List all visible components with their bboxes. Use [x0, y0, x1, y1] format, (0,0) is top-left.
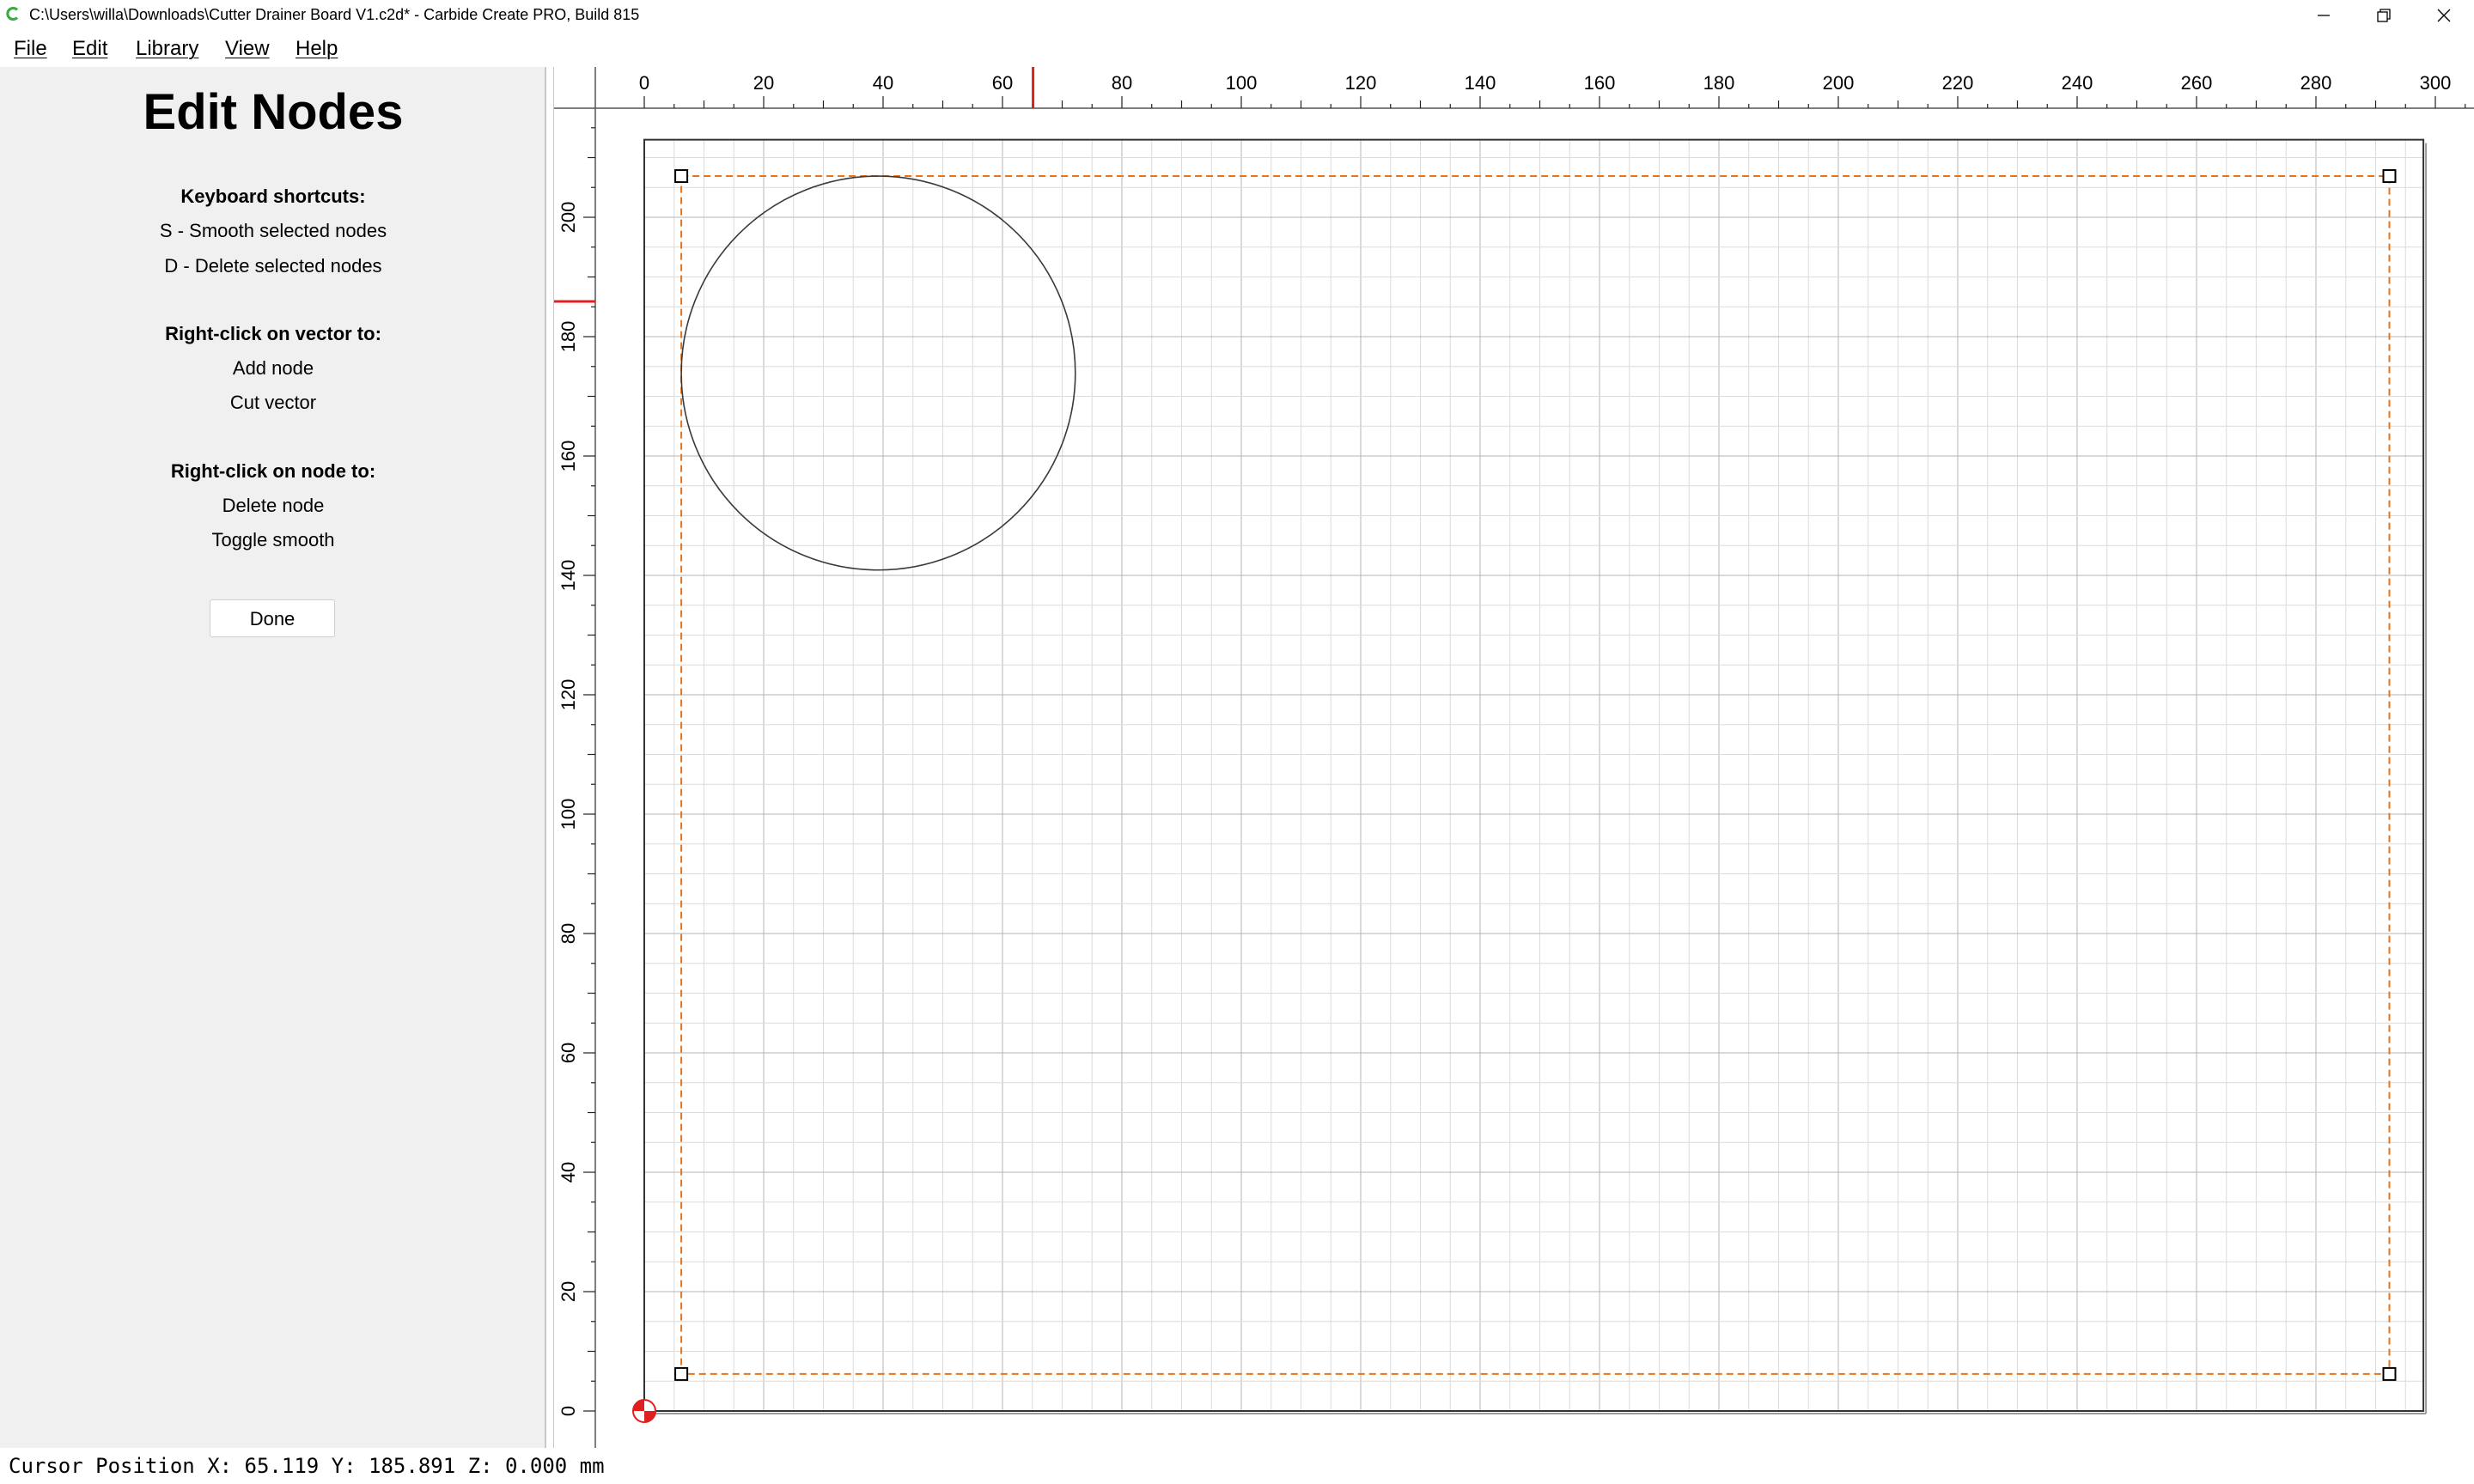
ruler-x-label: 100	[1226, 72, 1258, 94]
minimize-button[interactable]	[2294, 0, 2354, 31]
ruler-x-label: 300	[2420, 72, 2452, 94]
selection-handle[interactable]	[674, 1366, 689, 1381]
menu-view[interactable]: View	[225, 36, 270, 62]
cursor-position-readout: Cursor Position X: 65.119 Y: 185.891 Z: …	[9, 1454, 605, 1478]
edit-nodes-panel: Edit Nodes Keyboard shortcuts: S - Smoot…	[0, 67, 546, 1448]
menu-library[interactable]: Library	[136, 36, 198, 62]
ruler-x-label: 260	[2181, 72, 2213, 94]
menu-edit[interactable]: Edit	[72, 36, 107, 62]
left-ruler	[554, 67, 595, 1448]
ruler-x-label: 240	[2062, 72, 2093, 94]
menu-file[interactable]: File	[14, 36, 47, 62]
carbide-create-icon	[6, 7, 19, 21]
selection-handle[interactable]	[2382, 1366, 2397, 1381]
design-canvas[interactable]: 0 20 40 60 80 100 120 140 160 180 200 220 240 260 280 3…	[553, 67, 2474, 1448]
ruler-x-label: 80	[1112, 72, 1132, 94]
ruler-x-label: 120	[1345, 72, 1377, 94]
ruler-y-label: 160	[558, 441, 579, 472]
panel-title: Edit Nodes	[143, 84, 404, 140]
node-actions-heading: Right-click on node to:	[170, 460, 376, 482]
ruler-y-label: 200	[558, 202, 579, 234]
restore-icon	[2377, 9, 2391, 22]
ruler-x-label: 140	[1465, 72, 1496, 94]
vector-action-add-node: Add node	[232, 357, 314, 379]
ruler-x-label: 160	[1584, 72, 1616, 94]
ruler-y-label: 120	[558, 679, 579, 711]
ruler-x-label: 280	[2300, 72, 2332, 94]
ruler-y-label: 40	[558, 1162, 579, 1183]
ruler-y-label: 80	[558, 923, 579, 944]
title-bar: C:\Users\willa\Downloads\Cutter Drainer …	[0, 0, 2474, 31]
ruler-x-label: 220	[1942, 72, 1974, 94]
selection-handle[interactable]	[674, 169, 689, 184]
ruler-y-label: 100	[558, 799, 579, 830]
shortcut-delete: D - Delete selected nodes	[164, 255, 382, 277]
node-action-toggle-smooth: Toggle smooth	[211, 529, 335, 550]
done-button[interactable]: Done	[210, 599, 335, 637]
restore-button[interactable]	[2354, 0, 2414, 31]
selection-handle[interactable]	[2382, 169, 2397, 184]
origin-icon	[632, 1399, 656, 1423]
ruler-y-label: 60	[558, 1043, 579, 1063]
ruler-y-label: 140	[558, 560, 579, 592]
keyboard-shortcuts-heading: Keyboard shortcuts:	[180, 186, 366, 207]
ruler-x-label: 200	[1823, 72, 1855, 94]
ruler-x-label: 40	[873, 72, 893, 94]
node-action-delete-node: Delete node	[222, 495, 325, 516]
work-area	[595, 108, 2474, 1448]
status-bar: Cursor Position X: 65.119 Y: 185.891 Z: …	[0, 1448, 2474, 1484]
ruler-y-label: 20	[558, 1281, 579, 1302]
close-button[interactable]	[2414, 0, 2474, 31]
shortcut-smooth: S - Smooth selected nodes	[159, 220, 387, 241]
canvas-drawing[interactable]: 0 20 40 60 80 100 120 140 160 180 200 220 240 260 280 3…	[554, 67, 2474, 1448]
ruler-x-label: 60	[992, 72, 1013, 94]
ruler-y-label: 180	[558, 321, 579, 353]
vector-action-cut-vector: Cut vector	[229, 392, 317, 413]
ruler-x-label: 20	[753, 72, 774, 94]
ruler-x-label: 0	[639, 72, 649, 94]
minimize-icon	[2318, 15, 2330, 16]
ruler-x-label: 180	[1703, 72, 1735, 94]
close-icon	[2437, 9, 2451, 22]
ruler-y-label: 0	[558, 1406, 579, 1416]
menu-bar: File Edit Library View Help	[0, 31, 2474, 67]
window-title: C:\Users\willa\Downloads\Cutter Drainer …	[29, 6, 640, 23]
menu-help[interactable]: Help	[296, 36, 338, 62]
vector-actions-heading: Right-click on vector to:	[165, 323, 381, 344]
